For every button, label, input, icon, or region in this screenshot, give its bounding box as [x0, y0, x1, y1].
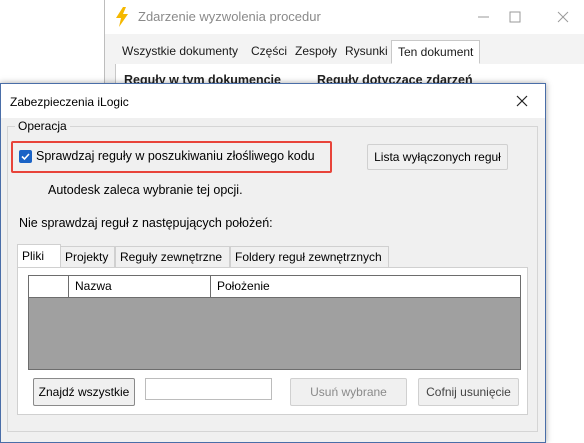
- locations-table[interactable]: Nazwa Położenie: [28, 275, 521, 370]
- close-icon[interactable]: [549, 6, 577, 28]
- background-tabbar: Wszystkie dokumenty Części Zespoły Rysun…: [115, 40, 584, 65]
- exclusions-label: Nie sprawdzaj reguł z następujących poło…: [19, 216, 273, 230]
- background-window-title: Zdarzenie wyzwolenia procedur: [138, 9, 321, 24]
- remove-selected-button[interactable]: Usuń wybrane: [290, 378, 407, 406]
- operation-group-label: Operacja: [15, 119, 70, 133]
- tab-this-document[interactable]: Ten dokument: [391, 40, 481, 64]
- tab-parts[interactable]: Części: [249, 40, 289, 63]
- dialog-title: Zabezpieczenia iLogic: [10, 95, 129, 109]
- name-column-header[interactable]: Nazwa: [68, 276, 210, 297]
- tab-projects[interactable]: Projekty: [60, 246, 115, 267]
- maximize-icon[interactable]: [501, 6, 529, 28]
- dialog-titlebar: Zabezpieczenia iLogic: [1, 84, 545, 118]
- malicious-code-checkbox-label: Sprawdzaj reguły w poszukiwaniu złośliwe…: [36, 149, 315, 163]
- search-input[interactable]: [145, 378, 272, 400]
- tab-assemblies[interactable]: Zespoły: [293, 40, 339, 63]
- lightning-bolt-icon: [116, 7, 128, 27]
- undo-removal-button[interactable]: Cofnij usunięcie: [418, 378, 519, 406]
- tab-drawings[interactable]: Rysunki: [343, 40, 390, 63]
- background-titlebar: Zdarzenie wyzwolenia procedur: [105, 0, 584, 34]
- find-all-button[interactable]: Znajdź wszystkie: [33, 378, 135, 406]
- tab-all-documents[interactable]: Wszystkie dokumenty: [120, 40, 240, 63]
- select-column-header: [29, 276, 68, 297]
- location-column-header[interactable]: Położenie: [210, 276, 520, 297]
- exclusion-tabbar: Pliki Projekty Reguły zewnętrzne Foldery…: [17, 244, 528, 268]
- malicious-code-checkbox[interactable]: [19, 150, 32, 163]
- minimize-icon[interactable]: [470, 6, 498, 28]
- close-icon[interactable]: [510, 91, 534, 111]
- disabled-rules-list-button[interactable]: Lista wyłączonych reguł: [367, 144, 508, 170]
- tab-files[interactable]: Pliki: [17, 244, 61, 268]
- table-header: Nazwa Położenie: [29, 276, 520, 298]
- recommendation-text: Autodesk zaleca wybranie tej opcji.: [48, 183, 243, 197]
- checkmark-icon: [21, 153, 30, 161]
- tab-external-rules[interactable]: Reguły zewnętrzne: [115, 246, 230, 267]
- tab-external-rule-folders[interactable]: Foldery reguł zewnętrznych: [230, 246, 389, 267]
